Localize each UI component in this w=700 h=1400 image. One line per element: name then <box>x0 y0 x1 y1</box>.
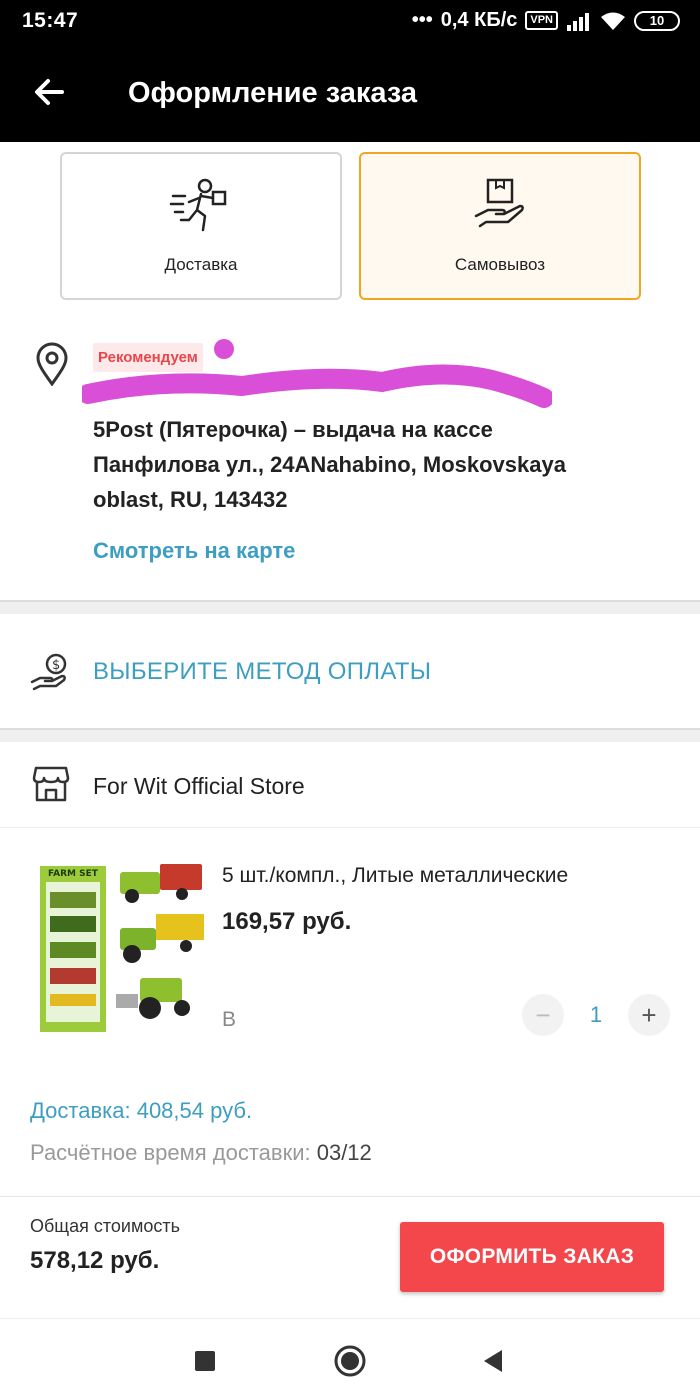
recent-apps-icon[interactable] <box>187 1343 223 1379</box>
quantity-increase-button[interactable]: + <box>628 994 670 1036</box>
back-nav-icon[interactable] <box>476 1343 512 1379</box>
status-time: 15:47 <box>22 9 79 32</box>
redaction-scribble <box>82 339 552 408</box>
view-on-map-link[interactable]: Смотреть на карте <box>93 538 295 564</box>
product-title[interactable]: 5 шт./компл., Литые металлические <box>222 864 667 888</box>
app-bar: Оформление заказа <box>0 44 700 142</box>
estimated-delivery: Расчётное время доставки: 03/12 <box>30 1140 372 1166</box>
section-divider <box>0 600 700 614</box>
product-image[interactable]: FARM SET <box>36 856 206 1036</box>
store-name: For Wit Official Store <box>93 773 305 799</box>
vpn-badge: VPN <box>525 11 558 30</box>
svg-text:$: $ <box>52 658 60 673</box>
quantity-value: 1 <box>589 1002 603 1027</box>
address-line-3: oblast, RU, 143432 <box>93 487 288 512</box>
address-line-1: 5Post (Пятерочка) – выдача на кассе <box>93 417 493 442</box>
quantity-decrease-button[interactable]: − <box>522 994 564 1036</box>
total-label: Общая стоимость <box>30 1216 180 1236</box>
product-image-caption: FARM SET <box>48 869 99 879</box>
section-divider <box>0 728 700 742</box>
pickup-box-hand-icon <box>474 178 524 228</box>
delivery-option-courier[interactable]: Доставка <box>60 152 342 300</box>
network-speed: 0,4 КБ/с <box>440 9 518 31</box>
delivery-option-label: Самовывоз <box>454 255 546 274</box>
shipping-cost: Доставка: 408,54 руб. <box>30 1098 253 1123</box>
status-bar: 15:47 ••• 0,4 КБ/с VPN 10 <box>0 0 700 44</box>
payment-method-label: ВЫБЕРИТЕ МЕТОД ОПЛАТЫ <box>93 658 432 685</box>
product-variant: B <box>222 1008 237 1031</box>
total-value: 578,12 руб. <box>30 1247 160 1274</box>
product-image-illustration: FARM SET <box>36 856 206 1036</box>
place-order-button[interactable]: ОФОРМИТЬ ЗАКАЗ <box>400 1222 664 1292</box>
address-line-2: Панфилова ул., 24ANahabino, Moskovskaya <box>93 452 566 477</box>
hand-coin-icon: $ <box>30 653 67 691</box>
delivery-option-label: Доставка <box>164 255 238 274</box>
page-title: Оформление заказа <box>128 77 418 109</box>
store-header[interactable]: For Wit Official Store <box>0 744 700 828</box>
arrow-left-icon[interactable] <box>28 70 72 114</box>
estimated-delivery-label: Расчётное время доставки: <box>30 1140 317 1165</box>
product-price: 169,57 руб. <box>222 908 352 935</box>
battery-icon: 10 <box>634 10 680 31</box>
system-nav-bar <box>0 1318 700 1400</box>
order-footer: Общая стоимость 578,12 руб. ОФОРМИТЬ ЗАК… <box>0 1196 700 1318</box>
select-payment-method[interactable]: $ ВЫБЕРИТЕ МЕТОД ОПЛАТЫ <box>0 614 700 728</box>
store-icon <box>32 766 70 802</box>
home-icon[interactable] <box>332 1343 368 1379</box>
notification-dots-icon: ••• <box>411 9 433 31</box>
wifi-icon <box>601 12 625 30</box>
estimated-delivery-date: 03/12 <box>316 1140 372 1165</box>
courier-icon <box>169 178 227 232</box>
status-indicators: ••• 0,4 КБ/с VPN 10 <box>412 9 680 32</box>
delivery-option-pickup[interactable]: Самовывоз <box>359 152 641 300</box>
location-pin-icon <box>36 342 68 386</box>
signal-icon <box>567 12 589 31</box>
